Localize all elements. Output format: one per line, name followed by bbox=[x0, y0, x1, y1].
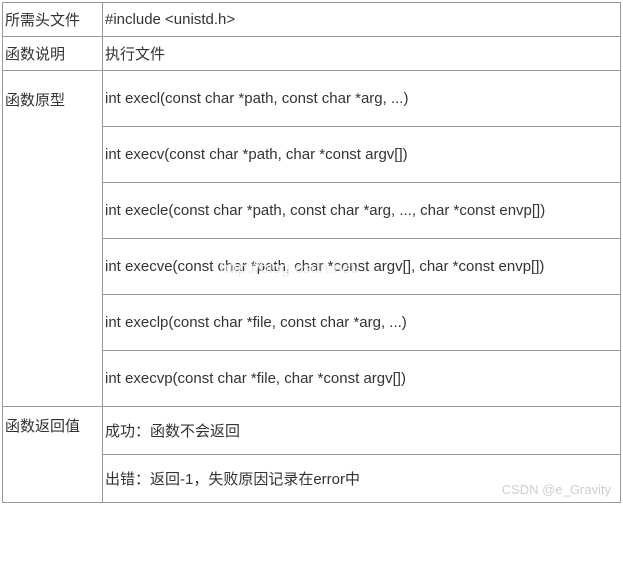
prototype-cell: int execv(const char *path, char *const … bbox=[103, 127, 621, 183]
prototype-cell: int execve(const char *path, char *const… bbox=[103, 239, 621, 295]
header-label-cell: 所需头文件 bbox=[3, 3, 103, 37]
return-error-cell: 出错：返回-1，失败原因记录在error中 bbox=[103, 455, 621, 503]
prototype-cell: int execle(const char *path, const char … bbox=[103, 183, 621, 239]
prototype-cell: int execl(const char *path, const char *… bbox=[103, 71, 621, 127]
table-row: 函数原型 int execl(const char *path, const c… bbox=[3, 71, 621, 127]
table-row: 所需头文件 #include <unistd.h> bbox=[3, 3, 621, 37]
return-label-cell: 函数返回值 bbox=[3, 407, 103, 503]
return-success-cell: 成功：函数不会返回 bbox=[103, 407, 621, 455]
desc-value-cell: 执行文件 bbox=[103, 37, 621, 71]
proto-label-cell: 函数原型 bbox=[3, 71, 103, 407]
desc-label-cell: 函数说明 bbox=[3, 37, 103, 71]
table-row: 函数返回值 成功：函数不会返回 bbox=[3, 407, 621, 455]
header-value-cell: #include <unistd.h> bbox=[103, 3, 621, 37]
exec-functions-table: 所需头文件 #include <unistd.h> 函数说明 执行文件 函数原型… bbox=[2, 2, 621, 503]
prototype-cell: int execlp(const char *file, const char … bbox=[103, 295, 621, 351]
table-row: 函数说明 执行文件 bbox=[3, 37, 621, 71]
prototype-cell: int execvp(const char *file, char *const… bbox=[103, 351, 621, 407]
